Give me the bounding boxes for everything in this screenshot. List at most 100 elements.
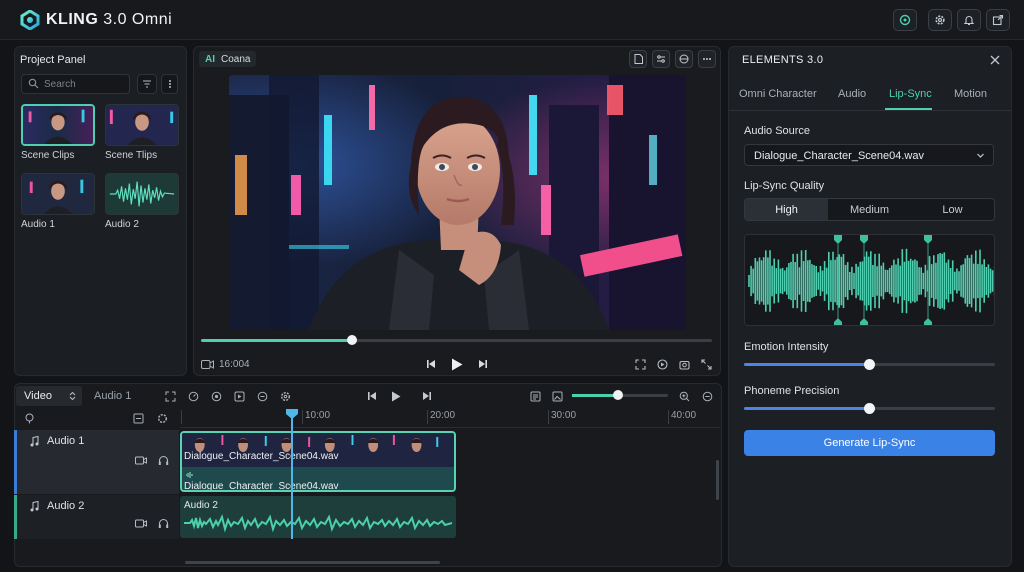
generate-lip-sync-button[interactable]: Generate Lip-Sync [744, 430, 995, 456]
video-preview-frame[interactable] [229, 75, 686, 330]
expand-icon[interactable] [700, 358, 713, 371]
chevron-down-icon [977, 153, 984, 158]
mask-icon[interactable] [675, 50, 693, 68]
fullscreen-frame-icon[interactable] [634, 358, 647, 371]
quality-option-low[interactable]: Low [911, 199, 994, 220]
search-icon [28, 78, 39, 89]
timeline-video-tab[interactable]: Video [16, 386, 82, 406]
search-placeholder: Search [44, 79, 76, 90]
audio-source-value: Dialogue_Character_Scene04.wav [754, 150, 924, 162]
ruler-tick [548, 410, 549, 424]
track-header-audio-2[interactable]: Audio 2 [14, 495, 179, 539]
list-view-icon[interactable] [528, 389, 542, 403]
play-icon[interactable] [389, 389, 403, 403]
zoom-out-icon[interactable] [700, 389, 714, 403]
more-options-icon[interactable] [698, 50, 716, 68]
notifications-bell-icon[interactable] [957, 9, 981, 31]
audio-1-thumbnail[interactable] [21, 173, 95, 215]
music-note-icon [30, 501, 39, 512]
phoneme-precision-handle[interactable] [864, 403, 875, 414]
loop-icon[interactable] [656, 358, 669, 371]
tab-motion[interactable]: Motion [954, 88, 987, 100]
headphones-icon[interactable] [158, 455, 169, 466]
headphones-icon[interactable] [158, 518, 169, 529]
skip-forward-icon[interactable] [420, 389, 434, 403]
tab-omni-character[interactable]: Omni Character [739, 88, 817, 100]
waveform-icon [106, 174, 178, 214]
skip-back-icon[interactable] [424, 357, 438, 371]
track-name: Audio 1 [47, 435, 85, 447]
playback-scrub-progress [201, 339, 353, 342]
ruler-tick [181, 410, 182, 424]
skip-forward-icon[interactable] [476, 357, 490, 371]
media-icon[interactable] [232, 389, 246, 403]
audio-source-label: Audio Source [744, 125, 811, 137]
speed-icon[interactable] [186, 389, 200, 403]
timeline-vertical-scrollbar[interactable] [716, 460, 719, 500]
clip-waveform [184, 514, 453, 533]
clip-audio-label: Dialogue_Character_Scene04.wav [184, 481, 339, 492]
scene-clips-thumbnail[interactable] [21, 104, 95, 146]
lip-sync-waveform[interactable] [744, 234, 995, 326]
settings-gear-icon[interactable] [278, 389, 292, 403]
camera-icon [201, 360, 214, 369]
ai-model-name: Coana [221, 53, 251, 65]
skip-back-icon[interactable] [365, 389, 379, 403]
ruler-tick [427, 410, 428, 424]
share-export-icon[interactable] [986, 9, 1010, 31]
effects-icon[interactable] [209, 389, 223, 403]
camera-icon[interactable] [135, 456, 147, 465]
quality-option-high[interactable]: High [745, 199, 828, 220]
ruler-tick [302, 410, 303, 424]
camera-icon[interactable] [135, 519, 147, 528]
crop-icon[interactable] [163, 389, 177, 403]
ruler-label: 40:00 [671, 410, 697, 421]
emotion-intensity-handle[interactable] [864, 359, 875, 370]
track-name: Audio 2 [47, 500, 85, 512]
character-preview-image [229, 75, 686, 330]
tab-lip-sync[interactable]: Lip-Sync [889, 88, 932, 100]
settings-gear-icon[interactable] [156, 412, 169, 425]
ruler-tick [668, 410, 669, 424]
marker-icon[interactable] [23, 412, 36, 425]
kling-logo-icon [20, 10, 40, 30]
snapshot-icon[interactable] [678, 358, 691, 371]
emotion-intensity-label: Emotion Intensity [744, 341, 829, 353]
audio-2-thumbnail[interactable] [105, 173, 179, 215]
ruler-label: 30:00 [551, 410, 577, 421]
project-search-input[interactable]: Search [21, 74, 130, 94]
document-icon[interactable] [629, 50, 647, 68]
phoneme-precision-fill [744, 407, 870, 410]
timeline-audio-tab[interactable]: Audio 1 [94, 390, 131, 402]
audio-source-select[interactable]: Dialogue_Character_Scene04.wav [744, 144, 994, 166]
playhead-line [291, 416, 293, 539]
clip-video-label: Dialogue_Character_Scene04.wav [184, 451, 339, 462]
track-header-audio-1[interactable]: Audio 1 [14, 430, 179, 494]
scene-tlips-thumbnail[interactable] [105, 104, 179, 146]
thumbnail-label: Audio 1 [21, 219, 55, 230]
thumbnail-label: Audio 2 [105, 219, 139, 230]
snap-icon[interactable] [132, 412, 145, 425]
thumbnail-label: Scene Clips [21, 150, 75, 161]
timecode-display: 16:004 [219, 359, 250, 370]
timeline-horizontal-scrollbar[interactable] [185, 561, 440, 564]
zoom-in-icon[interactable] [677, 389, 691, 403]
thumbnail-label: Scene Tlips [105, 150, 158, 161]
close-icon[interactable] [988, 53, 1002, 67]
timeline-clip-audio-2[interactable]: Audio 2 [180, 496, 456, 538]
status-icon[interactable] [893, 9, 917, 31]
timeline-clip-dialogue[interactable]: Dialogue_Character_Scene04.wav Dialogue_… [180, 431, 456, 492]
adjustments-icon[interactable] [652, 50, 670, 68]
image-view-icon[interactable] [550, 389, 564, 403]
ai-model-tag[interactable]: AI Coana [199, 51, 257, 67]
more-options-icon[interactable] [161, 74, 178, 94]
filter-icon[interactable] [137, 74, 157, 94]
quality-option-medium[interactable]: Medium [828, 199, 911, 220]
settings-gear-icon[interactable] [928, 9, 952, 31]
audio-wave-small-icon [186, 472, 193, 478]
timer-icon[interactable] [255, 389, 269, 403]
playhead-handle[interactable] [286, 409, 298, 419]
tab-divider [729, 110, 1011, 111]
tab-audio[interactable]: Audio [838, 88, 866, 100]
play-icon[interactable] [449, 356, 465, 372]
